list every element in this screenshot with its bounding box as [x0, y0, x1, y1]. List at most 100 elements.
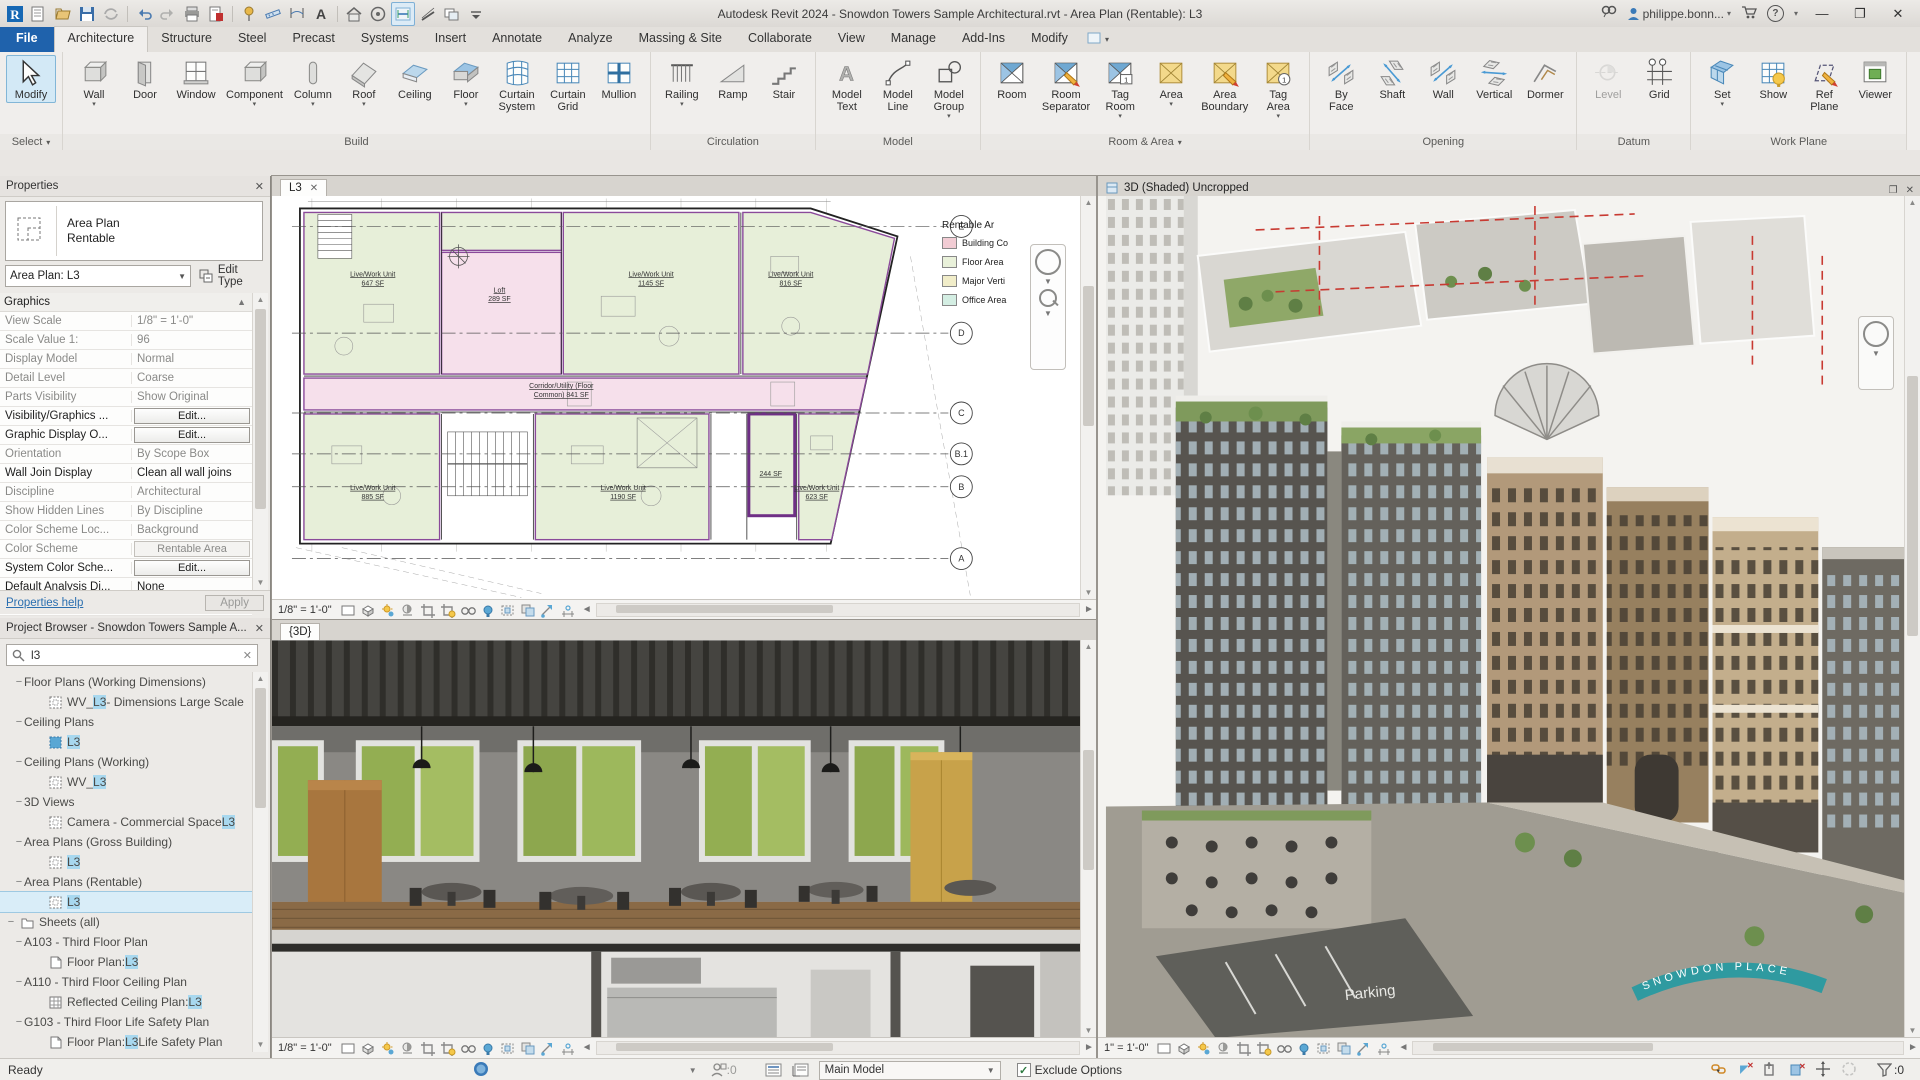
horizontal-scrollbar[interactable] [595, 1041, 1080, 1055]
view-scale-label[interactable]: 1" = 1'-0" [1104, 1042, 1148, 1054]
detail-level-icon[interactable] [1156, 1041, 1173, 1056]
ribbon-button-component[interactable]: Component ▾ [222, 55, 287, 110]
isolate-icon[interactable] [500, 1041, 517, 1056]
ribbon-button-wall[interactable]: Wall ▾ [69, 55, 119, 110]
tree-item-sheets-all[interactable]: − Sheets (all) [0, 912, 252, 932]
exclude-options-checkbox[interactable]: ✓ Exclude Options [1016, 1063, 1122, 1077]
sun-path-icon[interactable] [380, 1041, 397, 1056]
shaded-vertical-scrollbar[interactable]: ▲ ▼ [1904, 196, 1920, 1038]
reveal-constraints-icon[interactable] [560, 1041, 577, 1056]
type-selector[interactable]: Area Plan Rentable [5, 201, 263, 261]
isolate-icon[interactable] [500, 603, 517, 618]
ribbon-button-room[interactable]: Room [987, 55, 1037, 103]
tab-systems[interactable]: Systems [348, 27, 422, 52]
shadows-icon[interactable] [1216, 1041, 1233, 1056]
tree-item-camera-commercial-space-l3[interactable]: Camera - Commercial Space L3 [0, 812, 252, 832]
clear-search-icon[interactable]: ✕ [243, 649, 252, 662]
worksets-button[interactable]: :0 [711, 1063, 737, 1077]
reveal-constraints-icon[interactable] [1376, 1041, 1393, 1056]
ribbon-button-curtain-grid[interactable]: Curtain Grid [543, 55, 593, 115]
tree-item-l3[interactable]: L3 [0, 732, 252, 752]
property-row-display-model[interactable]: Display Model Normal [0, 350, 252, 369]
displacement-icon[interactable] [540, 603, 557, 618]
ribbon-button-ramp[interactable]: Ramp [708, 55, 758, 103]
property-row-color-scheme-loc[interactable]: Color Scheme Loc... Background [0, 521, 252, 540]
ribbon-button-set[interactable]: Set ▾ [1697, 55, 1747, 110]
chevron-down-icon[interactable]: ▼ [689, 1066, 697, 1075]
signed-in-user[interactable]: philippe.bonn... ▾ [1627, 7, 1731, 21]
ribbon-button-level[interactable]: Level [1583, 55, 1633, 103]
ribbon-button-model-line[interactable]: Model Line [873, 55, 923, 115]
reveal-hidden-icon[interactable] [460, 1041, 477, 1056]
tree-item-floor-plan-l3-life-safety-plan[interactable]: Floor Plan: L3 Life Safety Plan [0, 1032, 252, 1052]
chevron-down-icon[interactable]: ▼ [1044, 310, 1052, 318]
modify-panel-toggle-icon[interactable]: ▾ [1087, 31, 1109, 52]
edit-revisions-icon[interactable] [205, 3, 227, 25]
undo-icon[interactable] [133, 3, 155, 25]
editing-requests-icon[interactable] [1711, 1061, 1727, 1080]
browser-search-box[interactable]: l3 ✕ [6, 644, 258, 666]
visual-style-icon[interactable] [360, 603, 377, 618]
scroll-left-icon[interactable]: ◄ [580, 603, 594, 617]
steering-wheel-icon[interactable] [367, 3, 389, 25]
property-row-graphic-display-o[interactable]: Graphic Display O... Edit... [0, 426, 252, 445]
ribbon-button-vertical[interactable]: Vertical [1469, 55, 1519, 103]
scroll-right-icon[interactable]: ► [1082, 1041, 1096, 1055]
tree-item-a110-third-floor-ceiling-plan[interactable]: − A110 - Third Floor Ceiling Plan [0, 972, 252, 992]
panel-label-room-area[interactable]: Room & Area ▾ [980, 134, 1310, 150]
help-icon[interactable]: ? [1766, 5, 1784, 22]
panel-label-work-plane[interactable]: Work Plane [1691, 134, 1907, 150]
ribbon-button-model-text[interactable]: A Model Text [822, 55, 872, 115]
active-design-option-select[interactable]: Main Model ▼ [818, 1060, 1001, 1080]
close-icon[interactable]: ✕ [1906, 185, 1914, 196]
switch-windows-icon[interactable] [441, 3, 463, 25]
view-selector-combo[interactable]: Area Plan: L3 ▼ [5, 265, 191, 287]
ribbon-button-grid[interactable]: Grid [1634, 55, 1684, 103]
navigation-bar[interactable]: ▼ ▼ [1030, 244, 1066, 370]
tab-precast[interactable]: Precast [279, 27, 347, 52]
section-icon[interactable] [391, 1, 415, 26]
design-options-icon[interactable] [792, 1063, 809, 1077]
property-row-parts-visibility[interactable]: Parts Visibility Show Original [0, 388, 252, 407]
temporary-hide-icon[interactable] [480, 603, 497, 618]
ribbon-button-by-face[interactable]: By Face [1316, 55, 1366, 115]
scroll-left-icon[interactable]: ◄ [1396, 1041, 1410, 1055]
view-scale-label[interactable]: 1/8" = 1'-0" [278, 604, 332, 616]
tree-item-ceiling-plans-working[interactable]: − Ceiling Plans (Working) [0, 752, 252, 772]
crop-view-icon[interactable] [420, 603, 437, 618]
tree-item-area-plans-gross-building[interactable]: − Area Plans (Gross Building) [0, 832, 252, 852]
restore-button[interactable]: ❐ [1846, 4, 1874, 24]
ribbon-button-floor[interactable]: Floor ▾ [441, 55, 491, 110]
color-scheme-legend[interactable]: Rentable Ar Building Co Floor Area Major V… [942, 220, 1028, 313]
panel-label-datum[interactable]: Datum [1577, 134, 1691, 150]
steering-wheel-icon[interactable] [1863, 321, 1889, 347]
tab-analyze[interactable]: Analyze [555, 27, 625, 52]
view-tab-3d[interactable]: {3D} [280, 623, 321, 640]
property-row-show-hidden-lines[interactable]: Show Hidden Lines By Discipline [0, 502, 252, 521]
ribbon-button-room-separator[interactable]: Room Separator [1038, 55, 1094, 115]
restore-icon[interactable]: ❐ [1889, 185, 1898, 196]
print-icon[interactable] [181, 3, 203, 25]
ribbon-button-roof[interactable]: Roof ▾ [339, 55, 389, 110]
pin-icon[interactable] [238, 3, 260, 25]
tree-item-floor-plan-l3[interactable]: Floor Plan: L3 [0, 952, 252, 972]
edit-type-button[interactable]: Edit Type [199, 264, 265, 288]
sun-path-icon[interactable] [380, 603, 397, 618]
properties-section-graphics[interactable]: Graphics ▲ [0, 293, 252, 312]
view-title-3d-shaded[interactable]: 3D (Shaded) Uncropped [1098, 180, 1257, 196]
tab-architecture[interactable]: Architecture [53, 26, 149, 52]
browser-scrollbar[interactable]: ▲ ▼ [252, 672, 268, 1052]
visual-style-icon[interactable] [360, 1041, 377, 1056]
move-icon[interactable] [1815, 1060, 1831, 1080]
tab-annotate[interactable]: Annotate [479, 27, 555, 52]
property-row-detail-level[interactable]: Detail Level Coarse [0, 369, 252, 388]
scroll-left-icon[interactable]: ◄ [580, 1041, 594, 1055]
ribbon-button-mullion[interactable]: Mullion [594, 55, 644, 103]
tree-item-wv-l3[interactable]: WV_ L3 [0, 772, 252, 792]
ribbon-button-dormer[interactable]: Dormer [1520, 55, 1570, 103]
revit-logo-icon[interactable]: R [4, 3, 26, 25]
tab-structure[interactable]: Structure [148, 27, 225, 52]
panel-label-circulation[interactable]: Circulation [650, 134, 815, 150]
visual-style-icon[interactable] [1176, 1041, 1193, 1056]
crop-view-icon[interactable] [1236, 1041, 1253, 1056]
